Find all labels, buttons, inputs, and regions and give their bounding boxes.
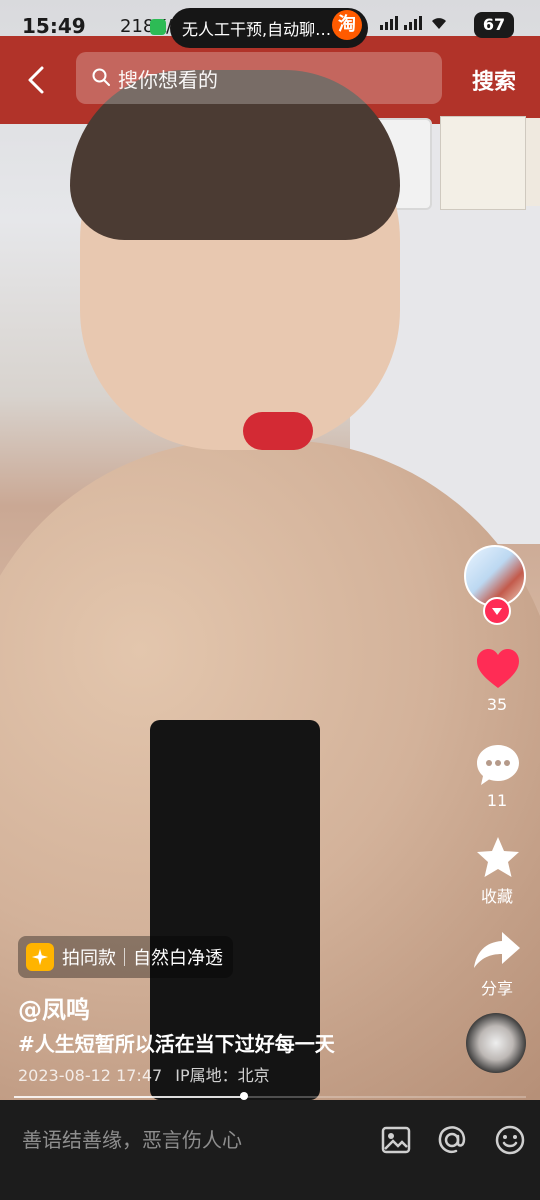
status-time: 15:49 <box>22 14 86 38</box>
comment-count: 11 <box>486 791 508 810</box>
back-icon[interactable] <box>22 64 54 96</box>
same-style-chip[interactable]: 拍同款 自然白净透 <box>18 936 233 978</box>
progress-fill <box>14 1096 245 1098</box>
screen: 15:49 218K/s 无人工干预,自动聊… 淘 67 <box>0 0 540 1200</box>
video-description[interactable]: #人生短暂所以活在当下过好每一天 <box>18 1028 335 1057</box>
search-box[interactable]: 搜你想看的 <box>76 52 442 104</box>
like-count-wrap: 35 <box>462 693 532 714</box>
same-style-label: 拍同款 <box>62 948 116 969</box>
comment-bar: 善语结善缘，恶言伤人心 <box>0 1100 540 1200</box>
author-name[interactable]: @凤鸣 <box>18 990 90 1025</box>
share-label-wrap: 分享 <box>462 973 532 999</box>
like-icon[interactable] <box>475 647 521 691</box>
ip-location: IP属地：北京 <box>175 1066 270 1085</box>
post-date: 2023-08-12 17:47 <box>18 1066 163 1085</box>
progress-bar[interactable] <box>14 1092 526 1100</box>
signal-icon <box>380 16 398 30</box>
share-arrow-icon[interactable] <box>472 928 522 972</box>
like-count: 35 <box>486 695 508 714</box>
wechat-icon <box>150 19 166 35</box>
person-lips <box>243 412 313 450</box>
chip-divider <box>124 948 125 966</box>
favorite-label: 收藏 <box>480 887 513 906</box>
signal-icon-2 <box>404 16 422 30</box>
sparkle-icon <box>26 943 54 971</box>
video-frame[interactable] <box>0 0 540 1140</box>
status-bar: 15:49 218K/s 无人工干预,自动聊… 淘 67 <box>0 0 540 52</box>
video-meta: 2023-08-12 17:47 IP属地：北京 <box>18 1062 270 1086</box>
favorite-star-icon[interactable] <box>474 835 522 881</box>
taobao-icon[interactable]: 淘 <box>332 10 362 40</box>
follow-button[interactable] <box>483 597 511 625</box>
sparkle-glyph-icon <box>31 948 49 966</box>
image-icon[interactable] <box>380 1124 412 1156</box>
comment-count-wrap: 11 <box>462 789 532 810</box>
mention-icon[interactable] <box>436 1124 468 1156</box>
comment-input[interactable]: 善语结善缘，恶言伤人心 <box>22 1124 242 1153</box>
search-button[interactable]: 搜索 <box>472 64 516 96</box>
battery-indicator: 67 <box>474 12 514 38</box>
music-disc-icon[interactable] <box>466 1013 526 1073</box>
emoji-icon[interactable] <box>494 1124 526 1156</box>
favorite-label-wrap: 收藏 <box>462 881 532 907</box>
follow-check-icon <box>492 608 502 615</box>
search-input[interactable]: 搜你想看的 <box>118 64 218 93</box>
share-label: 分享 <box>480 979 513 998</box>
status-icons <box>380 14 450 30</box>
effect-label: 自然白净透 <box>133 948 223 969</box>
background-poster-small <box>526 118 540 206</box>
background-poster <box>440 116 526 210</box>
wifi-icon <box>432 18 446 29</box>
comment-icon[interactable] <box>475 743 521 787</box>
notification-text: 无人工干预,自动聊… <box>182 20 332 39</box>
action-rail: 35 11 收藏 分享 <box>462 545 532 1085</box>
search-icon <box>92 68 110 86</box>
